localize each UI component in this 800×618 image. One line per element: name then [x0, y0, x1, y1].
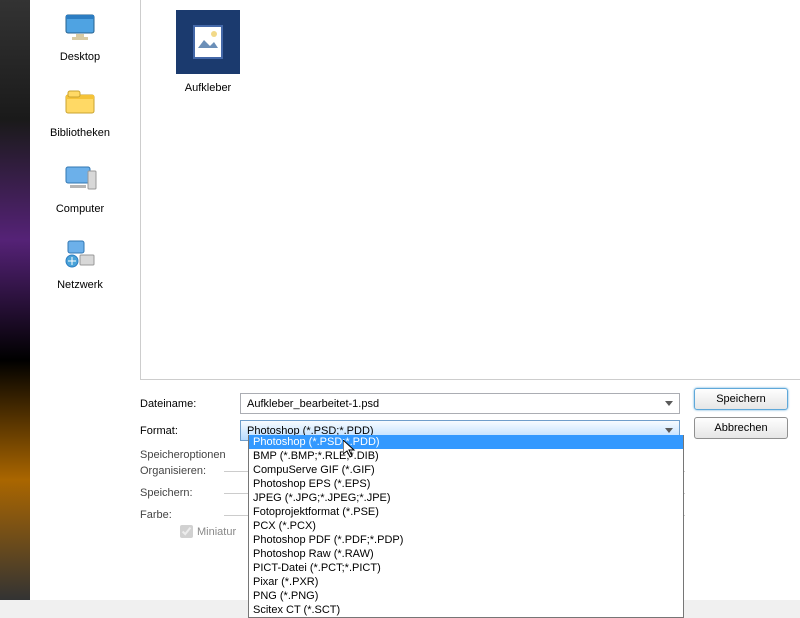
format-option[interactable]: Pixar (*.PXR)	[249, 575, 683, 589]
network-icon	[58, 233, 102, 277]
file-browser[interactable]: Aufkleber	[140, 0, 800, 380]
organize-label: Organisieren:	[140, 465, 220, 477]
sidebar-item-desktop[interactable]: Desktop	[30, 5, 130, 63]
format-option[interactable]: PICT-Datei (*.PCT;*.PICT)	[249, 561, 683, 575]
format-option[interactable]: PCX (*.PCX)	[249, 519, 683, 533]
cancel-button[interactable]: Abbrechen	[694, 417, 788, 439]
sidebar-item-network[interactable]: Netzwerk	[30, 233, 130, 291]
save-dialog: Desktop Bibliotheken Computer Netzwerk	[30, 0, 800, 600]
sidebar-label-network: Netzwerk	[57, 279, 103, 291]
format-option[interactable]: PNG (*.PNG)	[249, 589, 683, 603]
computer-icon	[58, 157, 102, 201]
format-option[interactable]: Photoshop PDF (*.PDF;*.PDP)	[249, 533, 683, 547]
sidebar-item-libraries[interactable]: Bibliotheken	[30, 81, 130, 139]
save-section-label: Speichern:	[140, 487, 220, 499]
filename-label: Dateiname:	[140, 398, 240, 410]
thumbnail-label: Miniatur	[197, 526, 236, 538]
format-option[interactable]: JPEG (*.JPG;*.JPEG;*.JPE)	[249, 491, 683, 505]
thumbnail-checkbox[interactable]	[180, 525, 193, 538]
sidebar-label-desktop: Desktop	[60, 51, 100, 63]
format-label: Format:	[140, 425, 240, 437]
format-dropdown-list[interactable]: Photoshop (*.PSD;*.PDD)BMP (*.BMP;*.RLE;…	[248, 435, 684, 618]
format-option[interactable]: CompuServe GIF (*.GIF)	[249, 463, 683, 477]
format-option[interactable]: Fotoprojektformat (*.PSE)	[249, 505, 683, 519]
filename-value: Aufkleber_bearbeitet-1.psd	[247, 398, 379, 410]
parent-app-strip	[0, 0, 30, 600]
filename-combo[interactable]: Aufkleber_bearbeitet-1.psd	[240, 393, 680, 414]
dropdown-arrow-icon[interactable]	[661, 396, 677, 411]
desktop-icon	[58, 5, 102, 49]
format-option[interactable]: Photoshop Raw (*.RAW)	[249, 547, 683, 561]
format-option[interactable]: Photoshop EPS (*.EPS)	[249, 477, 683, 491]
format-option[interactable]: Photoshop (*.PSD;*.PDD)	[249, 435, 683, 449]
file-item-aufkleber[interactable]: Aufkleber	[176, 10, 240, 94]
file-label: Aufkleber	[185, 82, 231, 94]
sidebar-label-computer: Computer	[56, 203, 104, 215]
color-label: Farbe:	[140, 509, 220, 521]
libraries-icon	[58, 81, 102, 125]
sidebar-item-computer[interactable]: Computer	[30, 157, 130, 215]
file-thumb-icon	[176, 10, 240, 74]
sidebar-label-libraries: Bibliotheken	[50, 127, 110, 139]
dialog-buttons: Speichern Abbrechen	[694, 388, 788, 439]
format-option[interactable]: Scitex CT (*.SCT)	[249, 603, 683, 617]
save-button[interactable]: Speichern	[694, 388, 788, 410]
format-option[interactable]: BMP (*.BMP;*.RLE;*.DIB)	[249, 449, 683, 463]
